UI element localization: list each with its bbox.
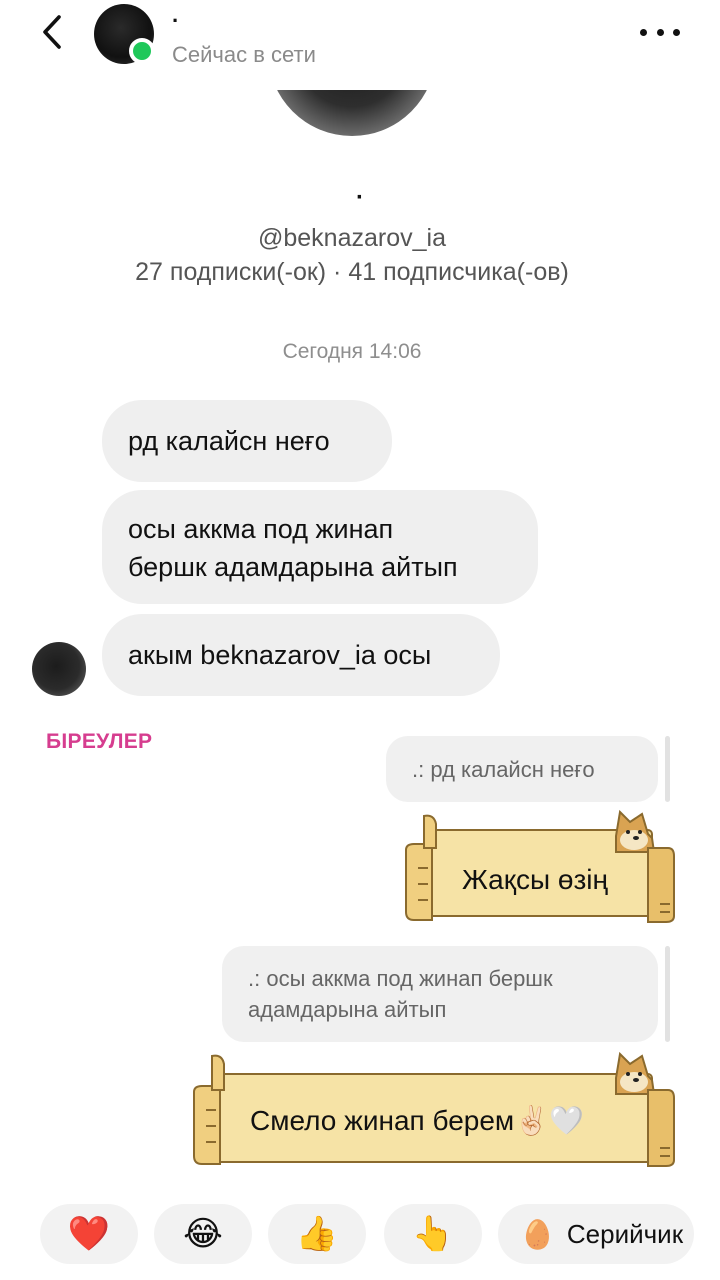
- quote-bar: [665, 946, 670, 1042]
- back-button[interactable]: [30, 10, 74, 54]
- right-paw-icon: [647, 847, 675, 923]
- contact-status: Сейчас в сети: [172, 42, 316, 67]
- sticker-suggestion-label: Серийчик: [566, 1218, 684, 1249]
- more-options-button[interactable]: [640, 22, 680, 42]
- react-thumbs-up-button[interactable]: 👍: [268, 1204, 366, 1264]
- doge-head-icon: [615, 1051, 656, 1095]
- quoted-text: .: рд калайсн неғо: [412, 757, 595, 782]
- quick-reactions-bar: ❤️ 😂 👍 👆 🥚 Серийчик: [0, 1196, 720, 1268]
- date-separator: Сегодня 14:06: [282, 340, 422, 363]
- quoted-message[interactable]: .: осы аккма под жинап бершк адамдарына …: [222, 946, 658, 1042]
- message-text-line: осы аккма под жинап: [128, 514, 394, 544]
- react-heart-button[interactable]: ❤️: [40, 1204, 138, 1264]
- chevron-left-icon: [43, 15, 61, 49]
- sticker-caption: Смело жинап берем✌🏻🤍: [250, 1105, 584, 1136]
- thumbs-up-icon: 👍: [295, 1215, 339, 1253]
- quoted-text-line: .: осы аккма под жинап бершк: [248, 966, 553, 991]
- profile-stats: 27 подписки(-ок) · 41 подписчика(-ов): [135, 258, 569, 286]
- sticker-suggestion-button[interactable]: 🥚 Серийчик: [498, 1204, 694, 1264]
- quoted-message[interactable]: .: рд калайсн неғо: [386, 736, 658, 802]
- doge-head-icon: [615, 809, 656, 853]
- right-paw-icon: [647, 1089, 675, 1167]
- left-paw-icon: [405, 814, 437, 921]
- chat-header: · Сейчас в сети: [0, 0, 720, 90]
- reply-label: БІРЕУЛЕР: [46, 730, 153, 753]
- sticker-caption: Жақсы өзің: [462, 864, 608, 895]
- heart-icon: ❤️: [67, 1215, 111, 1253]
- contact-name[interactable]: ·: [172, 8, 179, 34]
- dot-icon: [673, 28, 680, 36]
- quoted-text-line: адамдарына айтып: [248, 997, 447, 1022]
- dot-icon: [656, 28, 664, 36]
- react-point-up-button[interactable]: 👆: [384, 1204, 482, 1264]
- react-laugh-button[interactable]: 😂: [154, 1204, 252, 1264]
- pointing-up-icon: 👆: [411, 1215, 455, 1253]
- sender-avatar[interactable]: [32, 642, 86, 696]
- incoming-message[interactable]: рд калайсн неғо: [102, 400, 392, 482]
- quote-bar: [665, 736, 670, 802]
- online-indicator: [129, 38, 155, 64]
- message-text-line: бершк адамдарына айтып: [128, 552, 458, 582]
- laughing-face-icon: 😂: [183, 1215, 223, 1253]
- message-text: акым beknazarov_ia осы: [128, 640, 432, 670]
- egg-sticker-icon: 🥚: [520, 1218, 555, 1250]
- profile-handle[interactable]: @beknazarov_ia: [0, 224, 704, 253]
- dot-icon: [640, 28, 647, 36]
- left-paw-icon: [193, 1054, 225, 1165]
- incoming-message[interactable]: осы аккма под жинап бершк адамдарына айт…: [102, 490, 538, 604]
- message-text: рд калайсн неғо: [128, 426, 330, 456]
- profile-display-name: ·: [356, 184, 364, 211]
- incoming-message[interactable]: акым beknazarov_ia осы: [102, 614, 500, 696]
